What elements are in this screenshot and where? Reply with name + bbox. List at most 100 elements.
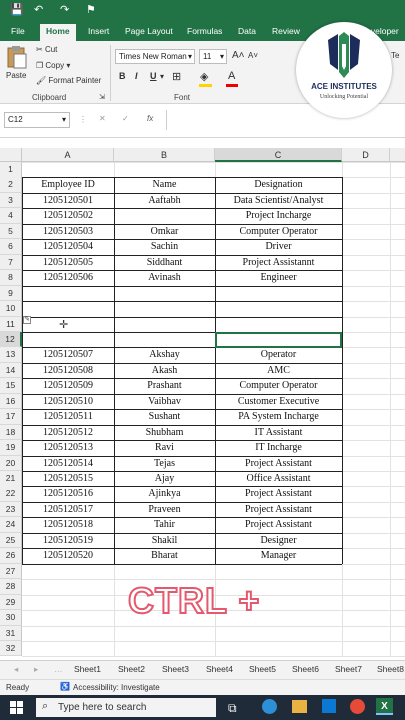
chrome-icon[interactable] xyxy=(350,699,365,714)
sheet-tab-4[interactable]: Sheet4 xyxy=(206,664,233,674)
cell-c[interactable] xyxy=(215,626,342,642)
cell-b[interactable] xyxy=(114,162,215,178)
cell-a[interactable]: 1205120508 xyxy=(22,363,114,379)
cell-c[interactable]: Operator xyxy=(215,347,342,363)
row-header[interactable]: 27 xyxy=(0,563,22,580)
row-header[interactable]: 14 xyxy=(0,362,22,379)
sheet-tab-3[interactable]: Sheet3 xyxy=(162,664,189,674)
font-size-select[interactable]: 11 ▾ xyxy=(199,49,227,64)
cell-c[interactable]: Computer Operator xyxy=(215,378,342,394)
grow-font-button[interactable]: A˄ xyxy=(232,50,245,61)
sheet-tab-5[interactable]: Sheet5 xyxy=(249,664,276,674)
column-header-c[interactable]: C xyxy=(215,148,342,162)
cell-b[interactable]: Aaftabh xyxy=(114,193,215,209)
row-header[interactable]: 20 xyxy=(0,455,22,472)
cell-c[interactable] xyxy=(215,301,342,317)
paste-options-icon[interactable]: ✎ xyxy=(23,316,31,324)
cell-b[interactable]: Sushant xyxy=(114,409,215,425)
cell-b[interactable] xyxy=(114,332,215,348)
cell-a[interactable]: 1205120517 xyxy=(22,502,114,518)
cell-c[interactable] xyxy=(215,564,342,580)
cell-b[interactable] xyxy=(114,208,215,224)
row-header[interactable]: 28 xyxy=(0,579,22,595)
row-header[interactable]: 31 xyxy=(0,625,22,641)
cell-c[interactable]: Data Scientist/Analyst xyxy=(215,193,342,209)
cell-a[interactable]: 1205120501 xyxy=(22,193,114,209)
tab-page-layout[interactable]: Page Layout xyxy=(125,24,173,41)
font-name-select[interactable]: Times New Roman ▾ xyxy=(115,49,195,64)
windows-start-icon[interactable] xyxy=(10,701,23,714)
cell-a[interactable]: 1205120503 xyxy=(22,224,114,240)
row-header[interactable]: 7 xyxy=(0,254,22,271)
cell-a[interactable]: 1205120507 xyxy=(22,347,114,363)
next-sheet-icon[interactable]: ▸ xyxy=(34,664,38,675)
cell-b[interactable]: Tahir xyxy=(114,517,215,533)
cell-b[interactable]: Tejas xyxy=(114,456,215,472)
chevron-down-icon[interactable]: ▾ xyxy=(160,72,164,81)
format-painter-button[interactable]: 🖌 Format Painter xyxy=(36,76,101,85)
cell-c[interactable]: Project Assistant xyxy=(215,517,342,533)
row-header[interactable]: 21 xyxy=(0,471,22,487)
cell-a[interactable]: 1205120520 xyxy=(22,548,114,564)
share-icon[interactable]: ⚑ xyxy=(86,3,96,16)
selected-cell-c12[interactable] xyxy=(215,331,342,349)
taskbar-search-box[interactable]: ⌕ Type here to search xyxy=(36,698,216,717)
row-header[interactable]: 1 xyxy=(0,162,22,178)
cell-b[interactable]: Ajay xyxy=(114,471,215,487)
clipboard-launcher-icon[interactable]: ⇲ xyxy=(99,93,105,101)
cell-a[interactable]: 1205120518 xyxy=(22,517,114,533)
undo-icon[interactable]: ↶ xyxy=(34,3,43,16)
cell-c[interactable]: Project Assistant xyxy=(215,502,342,518)
cell-a[interactable] xyxy=(22,595,114,611)
cell-b[interactable]: Akshay xyxy=(114,347,215,363)
cell-c[interactable]: Engineer xyxy=(215,270,342,286)
cell-c[interactable]: Project Assistannt xyxy=(215,255,342,271)
redo-icon[interactable]: ↷ xyxy=(60,3,69,16)
cell-a[interactable]: 1205120504 xyxy=(22,239,114,255)
store-icon[interactable] xyxy=(322,699,336,713)
cell-a[interactable]: 1205120506 xyxy=(22,270,114,286)
row-header[interactable]: 12 xyxy=(0,331,22,348)
sheet-tab-6[interactable]: Sheet6 xyxy=(292,664,319,674)
sheet-tab-2[interactable]: Sheet2 xyxy=(118,664,145,674)
cell-c[interactable]: PA System Incharge xyxy=(215,409,342,425)
row-header[interactable]: 16 xyxy=(0,393,22,410)
row-header[interactable]: 9 xyxy=(0,285,22,302)
cell-c[interactable] xyxy=(215,317,342,333)
cell-c[interactable]: Office Assistant xyxy=(215,471,342,487)
cell-a[interactable]: 1205120512 xyxy=(22,425,114,441)
tab-insert[interactable]: Insert xyxy=(88,24,109,41)
row-header[interactable]: 11 xyxy=(0,316,22,332)
cell-b[interactable]: Shubham xyxy=(114,425,215,441)
row-header[interactable]: 19 xyxy=(0,440,22,456)
copy-button[interactable]: ❐ Copy ▾ xyxy=(36,61,70,70)
cell-a[interactable] xyxy=(22,626,114,642)
cell-c[interactable]: Driver xyxy=(215,239,342,255)
cell-b[interactable]: Siddhant xyxy=(114,255,215,271)
row-header[interactable]: 24 xyxy=(0,517,22,533)
cell-b[interactable]: Praveen xyxy=(114,502,215,518)
cell-c[interactable] xyxy=(215,641,342,657)
cell-b[interactable]: Name xyxy=(114,177,215,193)
cell-c[interactable]: IT Assistant xyxy=(215,425,342,441)
cell-a[interactable] xyxy=(22,301,114,317)
underline-button[interactable]: U xyxy=(150,71,157,81)
cell-a[interactable]: 1205120516 xyxy=(22,486,114,502)
row-header[interactable]: 5 xyxy=(0,223,22,240)
sheet-tab-1[interactable]: Sheet1 xyxy=(74,664,101,674)
cell-a[interactable] xyxy=(22,641,114,657)
cell-a[interactable] xyxy=(22,332,114,348)
row-header[interactable]: 6 xyxy=(0,239,22,255)
paste-button[interactable]: Paste xyxy=(6,45,32,87)
cut-button[interactable]: ✂ Cut xyxy=(36,45,57,54)
cell-b[interactable] xyxy=(114,301,215,317)
cell-b[interactable]: Sachin xyxy=(114,239,215,255)
italic-button[interactable]: I xyxy=(135,71,138,81)
cell-a[interactable]: Employee ID xyxy=(22,177,114,193)
cell-c[interactable]: IT Incharge xyxy=(215,440,342,456)
name-box[interactable]: C12 ▾ xyxy=(4,112,70,128)
cell-b[interactable]: Shakil xyxy=(114,533,215,549)
prev-sheet-icon[interactable]: ◂ xyxy=(14,664,18,675)
cell-b[interactable]: Ajinkya xyxy=(114,486,215,502)
cell-b[interactable]: Avinash xyxy=(114,270,215,286)
